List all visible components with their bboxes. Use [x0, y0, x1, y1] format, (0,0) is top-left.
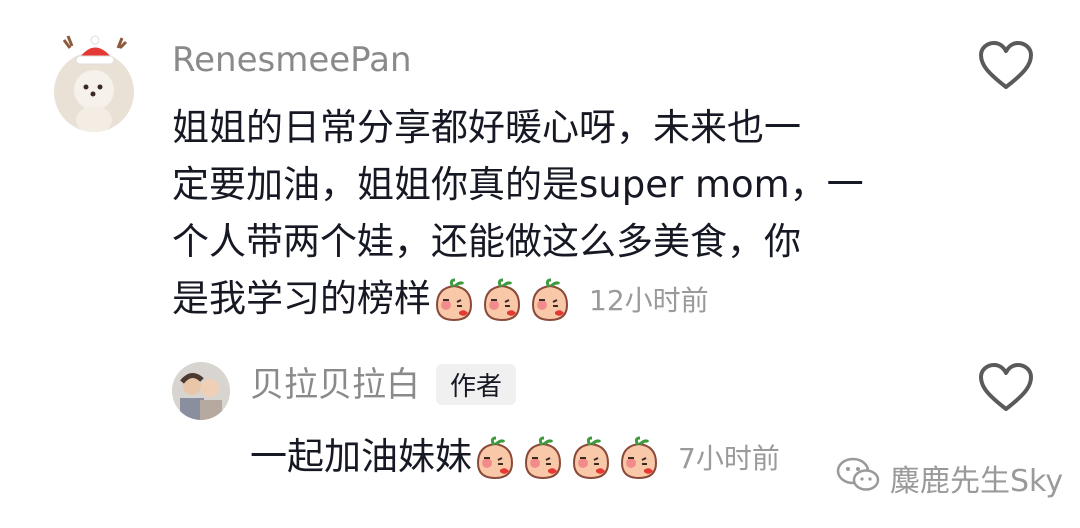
watermark-text: 麋鹿先生Sky — [890, 464, 1064, 499]
comment-body: 姐姐的日常分享都好暖心呀，未来也一 定要加油，姐姐你真的是super mom，一… — [172, 99, 952, 329]
peach-blush-icon — [616, 436, 662, 482]
author-badge: 作者 — [436, 364, 517, 405]
reply-header: 贝拉贝拉白 作者 — [250, 364, 517, 405]
comment-text-line: 是我学习的榜样 — [172, 277, 431, 320]
reply-text: 一起加油妹妹 — [250, 435, 472, 478]
comment-text-line: 定要加油，姐姐你真的是super mom，一 — [172, 163, 864, 206]
peach-blush-icon — [479, 278, 525, 324]
reply-body: 一起加油妹妹 7小时前 — [250, 428, 780, 487]
peach-blush-icon — [520, 436, 566, 482]
peach-blush-icon — [527, 278, 573, 324]
comment-like-heart-icon[interactable] — [978, 40, 1034, 92]
watermark: 麋鹿先生Sky — [836, 456, 1063, 500]
reply-timestamp: 7小时前 — [678, 442, 780, 475]
santa-hat-icon — [60, 34, 130, 68]
peach-blush-icon — [431, 278, 477, 324]
comment-timestamp: 12小时前 — [589, 284, 709, 317]
peach-blush-icon — [568, 436, 614, 482]
comment-text-line: 姐姐的日常分享都好暖心呀，未来也一 — [172, 106, 801, 149]
reply-like-heart-icon[interactable] — [978, 362, 1034, 414]
comment-text-line: 个人带两个娃，还能做这么多美食，你 — [172, 220, 801, 263]
author-username[interactable]: 贝拉贝拉白 — [250, 365, 420, 405]
author-avatar[interactable] — [172, 362, 230, 420]
comment-last-line: 是我学习的榜样 12小时前 — [172, 270, 952, 329]
commenter-username[interactable]: RenesmeePan — [172, 40, 412, 80]
peach-blush-icon — [472, 436, 518, 482]
wechat-icon — [836, 456, 880, 500]
